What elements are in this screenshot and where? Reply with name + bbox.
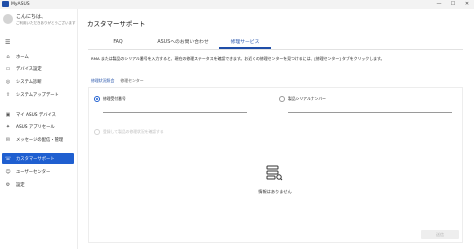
gear-icon: ⚙ [5,181,11,188]
no-records-icon [266,165,283,181]
sidebar-item-label: システム診断 [16,79,42,85]
apps-icon: ✦ [5,123,11,130]
window-controls: — ☐ ✕ [432,0,474,9]
sidebar-item-user-center[interactable]: ☺ ユーザーセンター [2,166,74,177]
message-icon: ✉ [5,136,11,143]
user-block[interactable]: こんにちは、 ご利用いただきありがとうございます [3,14,76,34]
sidebar-item-device-settings[interactable]: ▭ デバイス設定 [2,63,74,74]
tab-repair-service[interactable]: 修理サービス [219,37,271,49]
avatar[interactable] [3,14,13,24]
home-icon: ⌂ [6,53,10,60]
diagnosis-icon: ◎ [5,78,11,85]
devices-icon: ▣ [5,111,11,118]
support-icon: ☏ [4,155,12,162]
tab-contact-asus[interactable]: ASUSへのお問い合わせ [148,37,218,49]
register-label: 登録して製品の修理状況を確認する [103,129,164,134]
repair-subtabs: 修理状況照会 修理センター [91,77,150,84]
register-checkbox[interactable] [94,129,100,135]
sidebar: こんにちは、 ご利用いただきありがとうございます ☰ ⌂ ホーム ▭ デバイス設… [0,9,78,249]
tab-bar: FAQ ASUSへのお問い合わせ 修理サービス [88,37,463,50]
repair-status-panel: 修理受付番号 製品シリアルナンバー 登録して製品の修理状況を確認する 情報はあり… [88,87,463,243]
sidebar-item-label: ホーム [16,54,29,60]
myasus-logo-icon [2,1,9,7]
sidebar-item-system-diagnosis[interactable]: ◎ システム診断 [2,76,74,87]
sidebar-item-label: ユーザーセンター [16,169,51,175]
tab-faq[interactable]: FAQ [106,37,130,49]
empty-message: 情報はありません [258,189,292,194]
sidebar-item-label: 設定 [16,182,25,188]
app-title: MyASUS [11,2,30,7]
sidebar-item-label: マイ ASUS デバイス [16,112,56,118]
serial-radio[interactable] [279,96,285,102]
sidebar-item-my-devices[interactable]: ▣ マイ ASUS デバイス [2,109,74,120]
sidebar-item-label: システムアップデート [16,92,59,98]
rma-radio-label: 修理受付番号 [103,96,126,101]
user-note: ご利用いただきありがとうございます [16,21,76,25]
close-button[interactable]: ✕ [460,0,474,9]
menu-icon[interactable]: ☰ [5,40,10,46]
greeting-text: こんにちは、 [16,14,47,20]
serial-radio-label: 製品シリアルナンバー [288,96,326,101]
repair-instructions: RMA または製品のシリアル番号を入力すると、現在の修理ステータスを確認できます… [91,56,385,61]
minimize-button[interactable]: — [432,0,446,9]
sidebar-item-app-deals[interactable]: ✦ ASUS アプリセール [2,121,74,132]
maximize-button[interactable]: ☐ [446,0,460,9]
device-icon: ▭ [5,65,11,72]
sidebar-item-system-update[interactable]: ⇪ システムアップデート [2,89,74,100]
title-bar: MyASUS — ☐ ✕ [0,0,474,9]
sidebar-item-label: ASUS アプリセール [16,124,55,130]
submit-button[interactable]: 送信 [421,230,459,239]
sidebar-item-settings[interactable]: ⚙ 設定 [2,179,74,190]
subtab-repair-status[interactable]: 修理状況照会 [91,77,114,84]
sidebar-item-label: カスタマーサポート [16,156,55,162]
subtab-repair-center[interactable]: 修理センター [120,77,143,84]
rma-input[interactable] [103,105,247,113]
page-title: カスタマーサポート [87,20,146,28]
sidebar-item-label: メッセージの配信・管理 [16,137,64,143]
rma-radio[interactable] [94,96,100,102]
sidebar-item-customer-support[interactable]: ☏ カスタマーサポート [2,153,74,164]
user-icon: ☺ [5,168,11,175]
serial-input[interactable] [288,105,452,113]
sidebar-item-label: デバイス設定 [16,66,42,72]
sidebar-item-messages[interactable]: ✉ メッセージの配信・管理 [2,134,74,145]
update-icon: ⇪ [5,91,11,98]
sidebar-item-home[interactable]: ⌂ ホーム [2,51,74,62]
